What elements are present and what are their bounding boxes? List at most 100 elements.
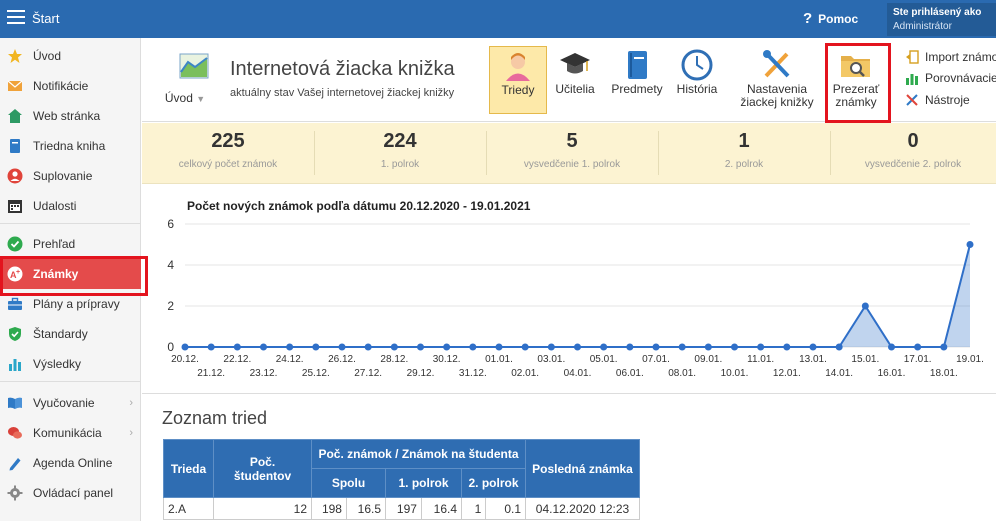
col-header-last[interactable]: Posledná známka <box>525 439 640 498</box>
x-tick-label: 22.12. <box>223 354 251 365</box>
porovnavacie-button[interactable]: Porovnávacie <box>905 71 996 85</box>
col-header-students[interactable]: Poč. študentov <box>213 439 312 498</box>
chart-area-icon <box>179 53 209 79</box>
tools-icon <box>763 50 790 78</box>
y-tick-label: 0 <box>167 340 174 354</box>
x-tick-label: 26.12. <box>328 354 356 365</box>
menu-icon[interactable] <box>7 10 25 26</box>
sidebar-item-web-stranka[interactable]: Web stránka <box>0 101 141 131</box>
sidebar-item-uvod[interactable]: Úvod <box>0 41 141 71</box>
cell-p2: 1 <box>460 497 487 520</box>
data-point <box>312 343 320 351</box>
col-header-p1[interactable]: 1. polrok <box>385 468 462 498</box>
data-point <box>233 343 241 351</box>
data-point <box>260 343 267 351</box>
mail-icon <box>7 78 23 94</box>
sidebar-item-udalosti[interactable]: Udalosti <box>0 191 141 221</box>
triedy-button[interactable]: Triedy <box>489 46 547 114</box>
x-tick-label: 27.12. <box>354 368 382 379</box>
chat-icon <box>7 425 23 441</box>
data-point <box>652 343 660 351</box>
gear-icon <box>7 485 23 501</box>
uvod-dropdown-button[interactable]: Úvod ▼ <box>150 46 220 118</box>
stat-semester-2: 1 2. polrok <box>658 123 830 184</box>
data-point <box>809 343 817 351</box>
cell-p1-avg: 16.4 <box>420 497 463 520</box>
data-point <box>731 343 738 351</box>
table-row[interactable]: 2.A 12 198 16.5 197 16.4 1 0.1 04.12.202… <box>163 497 640 520</box>
x-tick-label: 06.01. <box>616 368 644 379</box>
calendar-icon <box>7 198 23 214</box>
cell-spolu-avg: 16.5 <box>345 497 387 520</box>
nastroje-label: Nástroje <box>925 93 970 107</box>
data-point <box>390 343 398 351</box>
sidebar-item-label: Ovládací panel <box>33 486 114 500</box>
login-label: Ste prihlásený ako <box>893 7 982 18</box>
x-tick-label: 19.01. <box>956 354 984 365</box>
cell-p1: 197 <box>385 497 422 520</box>
stat-caption: 1. polrok <box>380 159 420 170</box>
sidebar-item-standardy[interactable]: Štandardy <box>0 319 141 349</box>
sidebar-item-label: Výsledky <box>33 357 82 371</box>
book-icon <box>7 138 23 154</box>
nastavenia-button[interactable]: Nastavenia žiackej knižky <box>732 46 822 114</box>
sidebar-item-ovladaci-panel[interactable]: Ovládací panel <box>0 478 141 508</box>
data-point <box>364 343 372 351</box>
sidebar-item-label: Úvod <box>33 49 62 63</box>
series-area <box>185 244 970 347</box>
user-box[interactable]: Ste prihlásený ako Administrátor <box>887 3 996 36</box>
shield-icon <box>7 326 23 342</box>
x-tick-label: 04.01. <box>564 368 592 379</box>
x-tick-label: 16.01. <box>878 368 906 379</box>
sidebar-item-label: Vyučovanie <box>33 396 95 410</box>
sidebar-item-notifikacie[interactable]: Notifikácie <box>0 71 141 101</box>
sidebar-item-label: Web stránka <box>33 109 101 123</box>
sidebar-item-vysledky[interactable]: Výsledky <box>0 349 141 379</box>
data-point <box>966 241 974 248</box>
top-bar: Štart ? Pomoc Ste prihlásený ako Administ… <box>0 0 996 38</box>
porovnavacie-label: Porovnávacie <box>925 71 996 85</box>
sidebar-item-komunikacia[interactable]: Komunikácia › <box>0 418 141 448</box>
stat-value: 1 <box>738 130 750 152</box>
y-tick-label: 6 <box>167 217 174 231</box>
x-tick-label: 25.12. <box>302 368 330 379</box>
cell-trieda[interactable]: 2.A <box>163 497 214 520</box>
sidebar-item-agenda-online[interactable]: Agenda Online <box>0 448 141 478</box>
data-point <box>286 343 294 351</box>
page-title: Internetová žiacka knižka <box>230 58 455 80</box>
x-tick-label: 29.12. <box>407 368 435 379</box>
nastroje-button[interactable]: Nástroje <box>905 93 970 107</box>
clock-icon <box>681 49 713 81</box>
historia-button[interactable]: História <box>672 46 722 114</box>
sidebar-item-label: Štandardy <box>33 327 88 341</box>
pen-icon <box>7 455 23 471</box>
sidebar-item-suplovanie[interactable]: Suplovanie <box>0 161 141 191</box>
ucitelia-label: Učitelia <box>555 82 595 96</box>
page-subtitle: aktuálny stav Vašej internetovej žiackej… <box>230 87 455 99</box>
stats-bar: 225 celkový počet známok 224 1. polrok 5… <box>142 123 996 184</box>
star-icon <box>7 48 23 64</box>
sidebar-divider <box>0 381 141 382</box>
cell-students: 12 <box>213 497 312 520</box>
x-tick-label: 14.01. <box>825 368 853 379</box>
help-icon: ? <box>803 10 813 27</box>
col-header-trieda[interactable]: Trieda <box>163 439 214 498</box>
ucitelia-button[interactable]: Učitelia <box>552 46 598 114</box>
import-znamok-button[interactable]: Import známok <box>905 50 996 64</box>
app-title[interactable]: Štart <box>32 11 59 26</box>
col-header-p2[interactable]: 2. polrok <box>461 468 526 498</box>
col-header-spolu[interactable]: Spolu <box>311 468 386 498</box>
sidebar-item-label: Komunikácia <box>33 426 102 440</box>
sidebar-item-prehlad[interactable]: Prehľad <box>0 229 141 259</box>
data-point <box>547 343 555 351</box>
predmety-button[interactable]: Predmety <box>608 46 666 114</box>
x-tick-label: 23.12. <box>250 368 278 379</box>
x-tick-label: 10.01. <box>721 368 749 379</box>
y-tick-label: 2 <box>167 299 174 313</box>
chevron-right-icon: › <box>129 397 133 409</box>
x-tick-label: 30.12. <box>433 354 461 365</box>
help-button[interactable]: ? Pomoc <box>803 10 858 27</box>
sidebar-item-triedna-kniha[interactable]: Triedna kniha <box>0 131 141 161</box>
sidebar-item-vyucovanie[interactable]: Vyučovanie › <box>0 388 141 418</box>
x-tick-label: 11.01. <box>747 354 774 365</box>
